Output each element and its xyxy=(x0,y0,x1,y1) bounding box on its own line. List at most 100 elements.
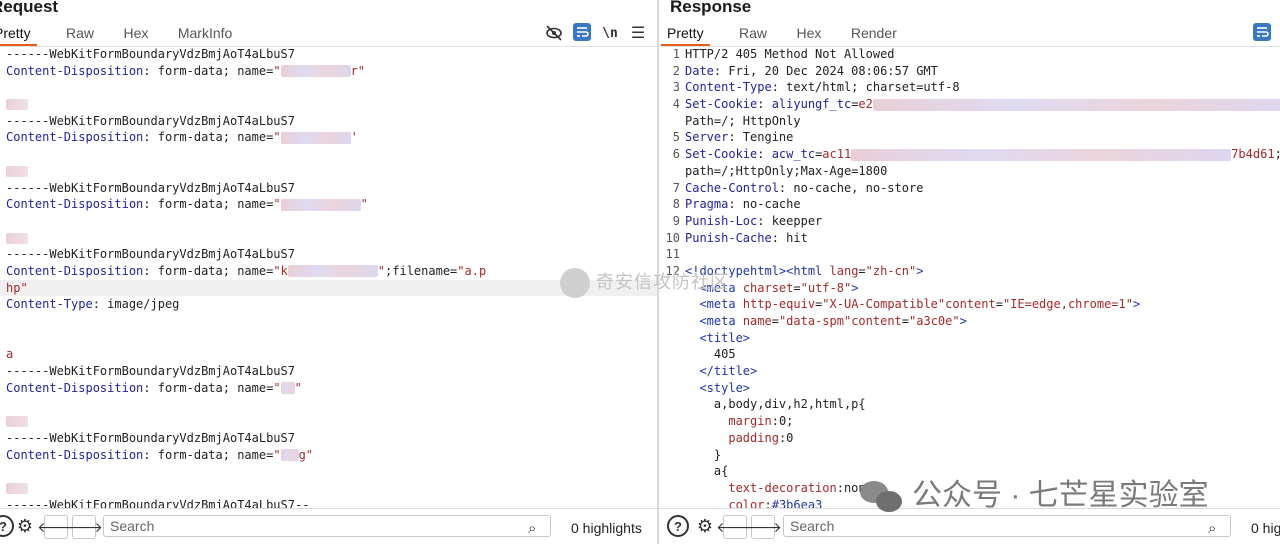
code-token: Set-Cookie xyxy=(685,97,758,112)
code-line: ------WebKitFormBoundaryVdzBmjAoT4aLbuS7 xyxy=(0,246,657,263)
redacted-value xyxy=(6,99,28,111)
code-token: } xyxy=(685,447,722,462)
code-token: r" xyxy=(350,63,366,78)
menu-icon[interactable]: ☰ xyxy=(628,23,648,43)
response-highlights-count: 0 highlights xyxy=(1251,520,1280,536)
redacted-value xyxy=(280,131,351,144)
redacted-value xyxy=(6,482,28,494)
request-search-input[interactable]: Search ⌕ xyxy=(103,515,551,537)
code-line: Content-Disposition: form-data; name=" r" xyxy=(0,63,657,80)
code-token: "data-spm" xyxy=(778,314,852,328)
line-number: 5 xyxy=(672,130,680,145)
code-line xyxy=(0,413,657,430)
code-token: Content-Disposition xyxy=(6,380,144,395)
code-token: : form-data; name= xyxy=(143,263,274,278)
code-line xyxy=(0,163,657,180)
tab-request-markinfo[interactable]: MarkInfo xyxy=(178,25,232,44)
code-token: Punish-Cache xyxy=(685,230,772,245)
wrap-lines-icon[interactable] xyxy=(1253,23,1271,41)
tab-response-render[interactable]: Render xyxy=(851,25,897,44)
line-number: 10 xyxy=(665,230,680,245)
code-token: 405 xyxy=(685,347,736,362)
response-title: Response xyxy=(670,0,752,16)
tab-request-raw[interactable]: Raw xyxy=(66,25,94,44)
code-line: Content-Disposition: form-data; name=" " xyxy=(0,380,657,397)
code-token: : keepper xyxy=(757,213,823,228)
wechat-icon xyxy=(858,479,904,515)
response-search-input[interactable]: Search ⌕ xyxy=(783,515,1231,537)
code-token: ------WebKitFormBoundaryVdzBmjAoT4aLbuS7 xyxy=(6,247,295,262)
line-number: 8 xyxy=(672,197,680,212)
tab-response-raw[interactable]: Raw xyxy=(739,25,767,44)
watermark-corner: 公众号 · 七芒星实验室 xyxy=(858,470,1209,515)
code-token: " xyxy=(377,263,386,278)
code-line: a,body,div,h2,html,p{ xyxy=(659,396,1280,413)
next-arrow-icon[interactable]: 🡒 xyxy=(65,515,103,539)
search-icon[interactable]: ⌕ xyxy=(528,519,536,539)
code-line: ------WebKitFormBoundaryVdzBmjAoT4aLbuS7 xyxy=(0,430,657,447)
redacted-value xyxy=(280,449,299,461)
code-line xyxy=(0,480,657,497)
redacted-value xyxy=(851,148,1232,161)
settings-gear-icon[interactable]: ⚙ xyxy=(14,515,36,537)
code-token: ;filename= xyxy=(385,263,458,278)
code-token: Punish-Loc xyxy=(685,213,758,228)
hide-icon[interactable] xyxy=(544,23,564,43)
code-line: 8 Pragma: no-cache xyxy=(659,196,1280,213)
help-icon[interactable]: ? xyxy=(0,515,14,537)
help-icon[interactable]: ? xyxy=(667,515,689,537)
code-line: 11 xyxy=(659,246,1280,263)
code-token: : text/html; charset=utf-8 xyxy=(771,80,960,95)
tab-response-hex[interactable]: Hex xyxy=(797,25,822,44)
code-line: <meta http-equiv = "X-UA-Compatible"conten… xyxy=(659,296,1280,313)
code-token: Content-Disposition xyxy=(6,263,144,278)
response-pane: Response Pretty Raw Hex Render 1 HTTP/2 4… xyxy=(659,0,1280,544)
code-token: ------WebKitFormBoundaryVdzBmjAoT4aLbuS7 xyxy=(6,364,295,379)
code-token: ------WebKitFormBoundaryVdzBmjAoT4aLbuS7 xyxy=(6,430,295,445)
code-token: " xyxy=(294,380,302,395)
code-line: <style> xyxy=(659,380,1280,397)
redacted-value xyxy=(287,265,378,278)
search-icon[interactable]: ⌕ xyxy=(1208,519,1216,539)
code-line: 3 Content-Type: text/html; charset=utf-8 xyxy=(659,79,1280,96)
line-number: 2 xyxy=(672,63,680,78)
code-line: 7 Cache-Control: no-cache, no-store xyxy=(659,180,1280,197)
code-token: : form-data; name= xyxy=(143,130,274,145)
request-editor[interactable]: ------WebKitFormBoundaryVdzBmjAoT4aLbuS7… xyxy=(0,46,657,509)
request-title: Request xyxy=(0,0,59,16)
next-arrow-icon[interactable]: 🡒 xyxy=(744,515,782,539)
settings-gear-icon[interactable]: ⚙ xyxy=(694,515,716,537)
code-token: :0 xyxy=(778,430,794,445)
response-editor[interactable]: 1 HTTP/2 405 Method Not Allowed 2 Date: Fri… xyxy=(659,46,1280,509)
code-token: Content-Type xyxy=(685,80,772,95)
code-line: 12 <!doctypehtml><html lang="zh-cn"> xyxy=(659,263,1280,280)
code-token: > xyxy=(916,263,924,278)
code-token: acw_tc xyxy=(771,147,816,162)
redacted-value xyxy=(280,382,295,395)
code-token: > xyxy=(1132,297,1141,312)
tab-response-pretty[interactable]: Pretty xyxy=(661,25,710,46)
code-token: : xyxy=(757,147,772,162)
wrap-lines-icon[interactable] xyxy=(573,23,591,41)
code-line: <meta name="data-spm"content="a3c0e"> xyxy=(659,313,1280,330)
code-token: aliyungf_tc xyxy=(771,97,852,112)
tab-request-hex[interactable]: Hex xyxy=(124,25,149,44)
response-tabs: Pretty Raw Hex Render xyxy=(661,25,922,46)
newline-toggle[interactable]: \n xyxy=(600,23,620,43)
code-token: path=/;HttpOnly;Max-Age=1800 xyxy=(685,163,888,178)
code-line: ------WebKitFormBoundaryVdzBmjAoT4aLbuS7 xyxy=(0,113,657,130)
code-token: a{ xyxy=(685,464,729,479)
code-token: a xyxy=(6,347,14,362)
tab-request-pretty[interactable]: Pretty xyxy=(0,25,37,46)
code-token: " xyxy=(273,380,281,395)
code-token: : image/jpeg xyxy=(92,297,180,312)
code-token: ac11 xyxy=(822,147,852,162)
